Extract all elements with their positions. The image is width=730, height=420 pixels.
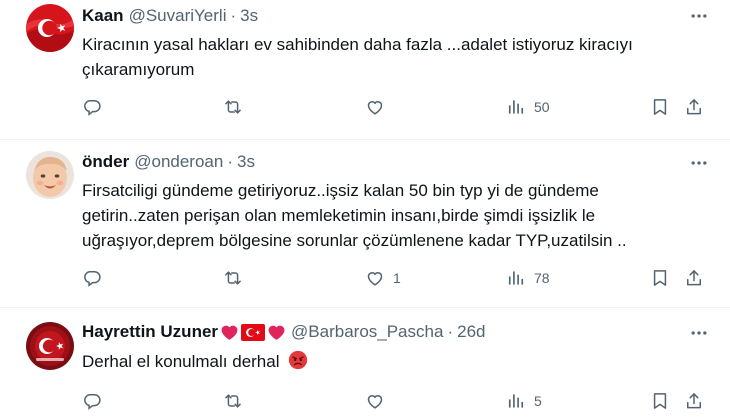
bookmark-button[interactable] bbox=[650, 95, 670, 119]
timestamp[interactable]: 3s bbox=[237, 152, 255, 172]
tweet-header: Kaan @SuvariYerli · 3s bbox=[82, 5, 258, 27]
like-button[interactable] bbox=[365, 389, 393, 413]
retweet-button[interactable] bbox=[223, 266, 251, 290]
retweet-icon bbox=[225, 100, 241, 114]
tweet-text-line: Kiracının yasal hakları ev sahibinden da… bbox=[82, 35, 633, 54]
retweet-button[interactable] bbox=[223, 95, 251, 119]
tweet-text-line: Firsatciligi gündeme getiriyoruz..işsiz … bbox=[82, 181, 599, 200]
angry-face-emoji-icon bbox=[288, 350, 308, 370]
separator-dot: · bbox=[230, 6, 237, 25]
reply-icon bbox=[84, 271, 101, 287]
avatar[interactable] bbox=[26, 151, 74, 199]
reply-icon bbox=[84, 394, 101, 410]
share-button[interactable] bbox=[684, 266, 704, 290]
bookmark-button[interactable] bbox=[650, 266, 670, 290]
reply-button[interactable] bbox=[82, 95, 110, 119]
user-handle[interactable]: @SuvariYerli bbox=[129, 6, 227, 26]
tweet-header: önder @onderoan · 3s bbox=[82, 151, 255, 173]
user-handle[interactable]: @Barbaros_Pascha bbox=[291, 322, 443, 342]
tweet[interactable]: Hayrettin Uzuner @Barbaros_Pascha · 26d … bbox=[0, 308, 730, 420]
display-name[interactable]: Kaan bbox=[82, 6, 124, 26]
like-count: 1 bbox=[393, 270, 401, 286]
tweet-text: Kiracının yasal hakları ev sahibinden da… bbox=[82, 32, 682, 82]
bookmark-button[interactable] bbox=[650, 389, 670, 413]
share-icon bbox=[687, 270, 701, 286]
more-icon[interactable] bbox=[688, 5, 710, 27]
views-button[interactable]: 50 bbox=[506, 95, 550, 119]
tweet-text: Firsatciligi gündeme getiriyoruz..işsiz … bbox=[82, 178, 682, 253]
reply-button[interactable] bbox=[82, 389, 110, 413]
share-button[interactable] bbox=[684, 95, 704, 119]
turkey-flag-emoji-icon bbox=[241, 323, 266, 341]
like-icon bbox=[367, 101, 383, 115]
view-count: 50 bbox=[534, 99, 550, 115]
share-button[interactable] bbox=[684, 389, 704, 413]
tweet-header: Hayrettin Uzuner @Barbaros_Pascha · 26d bbox=[82, 321, 485, 343]
timestamp[interactable]: 26d bbox=[457, 322, 485, 342]
more-icon[interactable] bbox=[688, 322, 710, 344]
views-button[interactable]: 78 bbox=[506, 266, 550, 290]
separator-dot: · bbox=[227, 152, 234, 171]
bookmark-icon bbox=[653, 99, 667, 115]
bookmark-icon bbox=[653, 393, 667, 409]
view-count: 5 bbox=[534, 393, 542, 409]
share-icon bbox=[687, 99, 701, 115]
tweet-text-line: Derhal el konulmalı derhal bbox=[82, 349, 682, 374]
views-icon bbox=[508, 271, 524, 285]
tweet-text-content: Derhal el konulmalı derhal bbox=[82, 352, 280, 371]
separator-dot: · bbox=[447, 322, 454, 341]
reply-icon bbox=[84, 100, 101, 116]
tweet-text-line: getirin..zaten perişan olan memleketimin… bbox=[82, 206, 596, 225]
tweet-text-line: çıkaramıyorum bbox=[82, 60, 195, 79]
tweet-actions: 5 bbox=[82, 389, 702, 413]
tweet[interactable]: önder @onderoan · 3s Firsatciligi gündem… bbox=[0, 140, 730, 308]
views-icon bbox=[508, 100, 524, 114]
heart-emoji-icon bbox=[220, 323, 239, 341]
user-handle[interactable]: @onderoan bbox=[134, 152, 223, 172]
heart-emoji-icon bbox=[267, 323, 286, 341]
reply-button[interactable] bbox=[82, 266, 110, 290]
timestamp[interactable]: 3s bbox=[240, 6, 258, 26]
views-icon bbox=[508, 394, 524, 408]
like-button[interactable]: 1 bbox=[365, 266, 401, 290]
tweet[interactable]: Kaan @SuvariYerli · 3s Kiracının yasal h… bbox=[0, 0, 730, 140]
display-name[interactable]: önder bbox=[82, 152, 129, 172]
avatar[interactable] bbox=[26, 322, 74, 370]
share-icon bbox=[687, 393, 701, 409]
display-name[interactable]: Hayrettin Uzuner bbox=[82, 322, 218, 342]
like-icon bbox=[367, 395, 383, 409]
tweet-actions: 1 78 bbox=[82, 266, 702, 290]
tweet-text-line: uğraşıyor,deprem bölgesine sorunlar çözü… bbox=[82, 231, 627, 250]
retweet-button[interactable] bbox=[223, 389, 251, 413]
view-count: 78 bbox=[534, 270, 550, 286]
more-icon[interactable] bbox=[688, 152, 710, 174]
retweet-icon bbox=[225, 394, 241, 408]
avatar[interactable] bbox=[26, 4, 74, 52]
retweet-icon bbox=[225, 271, 241, 285]
like-icon bbox=[367, 272, 383, 286]
like-button[interactable] bbox=[365, 95, 393, 119]
tweet-actions: 50 bbox=[82, 95, 702, 119]
views-button[interactable]: 5 bbox=[506, 389, 542, 413]
tweet-text: Derhal el konulmalı derhal bbox=[82, 349, 682, 374]
bookmark-icon bbox=[653, 270, 667, 286]
